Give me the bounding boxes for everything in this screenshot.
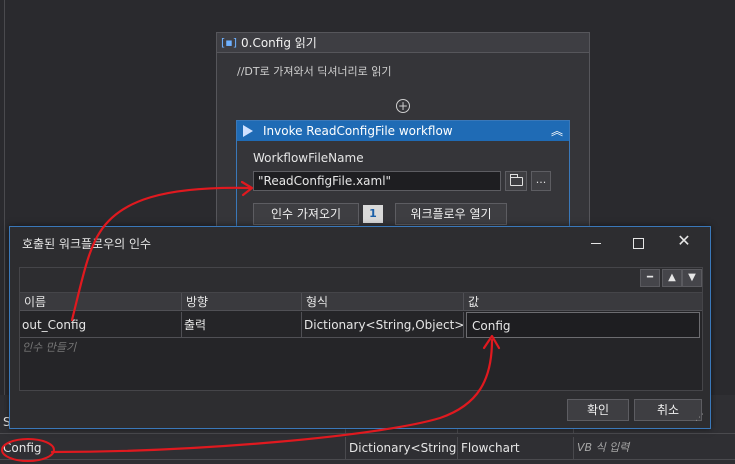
minimize-icon[interactable] bbox=[586, 233, 606, 253]
dialog-titlebar[interactable]: 호출된 워크플로우의 인수 ✕ bbox=[10, 227, 710, 259]
variable-name[interactable]: Config bbox=[0, 437, 346, 459]
variable-scope[interactable]: Flowchart bbox=[458, 437, 574, 459]
open-workflow-button[interactable]: 워크플로우 열기 bbox=[395, 203, 507, 225]
add-activity-icon[interactable]: + bbox=[396, 99, 410, 113]
close-icon[interactable]: ✕ bbox=[674, 231, 694, 251]
argument-name-cell[interactable]: out_Config bbox=[20, 312, 182, 338]
cancel-button[interactable]: 취소 bbox=[634, 399, 702, 421]
variable-row[interactable]: Config Dictionary<String,Object> Flowcha… bbox=[0, 437, 735, 460]
arguments-grid: 이름 방향 형식 값 out_Config 출력 Dictionary<Stri… bbox=[20, 292, 702, 390]
left-guide-line bbox=[4, 0, 5, 400]
sequence-title: 0.Config 읽기 bbox=[241, 36, 317, 50]
workflow-file-input[interactable]: "ReadConfigFile.xaml" bbox=[253, 171, 501, 191]
more-options-button[interactable]: ... bbox=[531, 171, 551, 191]
variable-type[interactable]: Dictionary<String,Object> bbox=[346, 437, 458, 459]
collapse-icon[interactable]: ︽ bbox=[551, 122, 563, 140]
folder-icon bbox=[510, 174, 523, 186]
browse-folder-button[interactable] bbox=[505, 171, 527, 191]
invoke-header[interactable]: Invoke ReadConfigFile workflow ︽ bbox=[237, 121, 569, 141]
variable-default[interactable]: VB 식 입력 bbox=[574, 437, 735, 459]
argument-type-cell[interactable]: Dictionary<String,Object> bbox=[302, 312, 464, 338]
ok-button[interactable]: 확인 bbox=[567, 399, 629, 421]
column-header-value[interactable]: 값 bbox=[464, 293, 702, 311]
resize-grip-icon[interactable]: ⋰ bbox=[695, 413, 707, 425]
invoke-workflow-activity[interactable]: Invoke ReadConfigFile workflow ︽ Workflo… bbox=[236, 120, 570, 232]
dialog-title: 호출된 워크플로우의 인수 bbox=[22, 237, 152, 251]
maximize-icon[interactable] bbox=[628, 233, 648, 253]
sequence-icon: [▪] bbox=[221, 36, 238, 49]
import-arguments-button[interactable]: 인수 가져오기 bbox=[253, 203, 359, 225]
argument-count-badge: 1 bbox=[363, 205, 383, 223]
invoke-title: Invoke ReadConfigFile workflow bbox=[263, 124, 453, 138]
column-header-direction[interactable]: 방향 bbox=[182, 293, 302, 311]
argument-direction-cell[interactable]: 출력 bbox=[182, 312, 302, 338]
move-down-button[interactable]: ▼ bbox=[682, 269, 702, 287]
move-up-button[interactable]: ▲ bbox=[662, 269, 682, 287]
play-icon bbox=[243, 125, 253, 137]
arguments-dialog[interactable]: 호출된 워크플로우의 인수 ✕ ━ ▲ ▼ 이름 방향 형식 값 out_Con… bbox=[9, 226, 711, 429]
column-header-name[interactable]: 이름 bbox=[20, 293, 182, 311]
create-argument-hint[interactable]: 인수 만들기 bbox=[22, 339, 76, 355]
argument-value-input[interactable]: Config bbox=[466, 312, 700, 338]
sequence-comment: //DT로 가져와서 딕셔너리로 읽기 bbox=[237, 65, 392, 78]
sequence-header[interactable]: [▪] 0.Config 읽기 bbox=[217, 33, 589, 53]
workflow-file-label: WorkflowFileName bbox=[253, 151, 364, 165]
remove-argument-button[interactable]: ━ bbox=[640, 269, 660, 287]
column-header-type[interactable]: 형식 bbox=[302, 293, 464, 311]
arguments-panel: ━ ▲ ▼ 이름 방향 형식 값 out_Config 출력 Dictionar… bbox=[19, 267, 703, 391]
